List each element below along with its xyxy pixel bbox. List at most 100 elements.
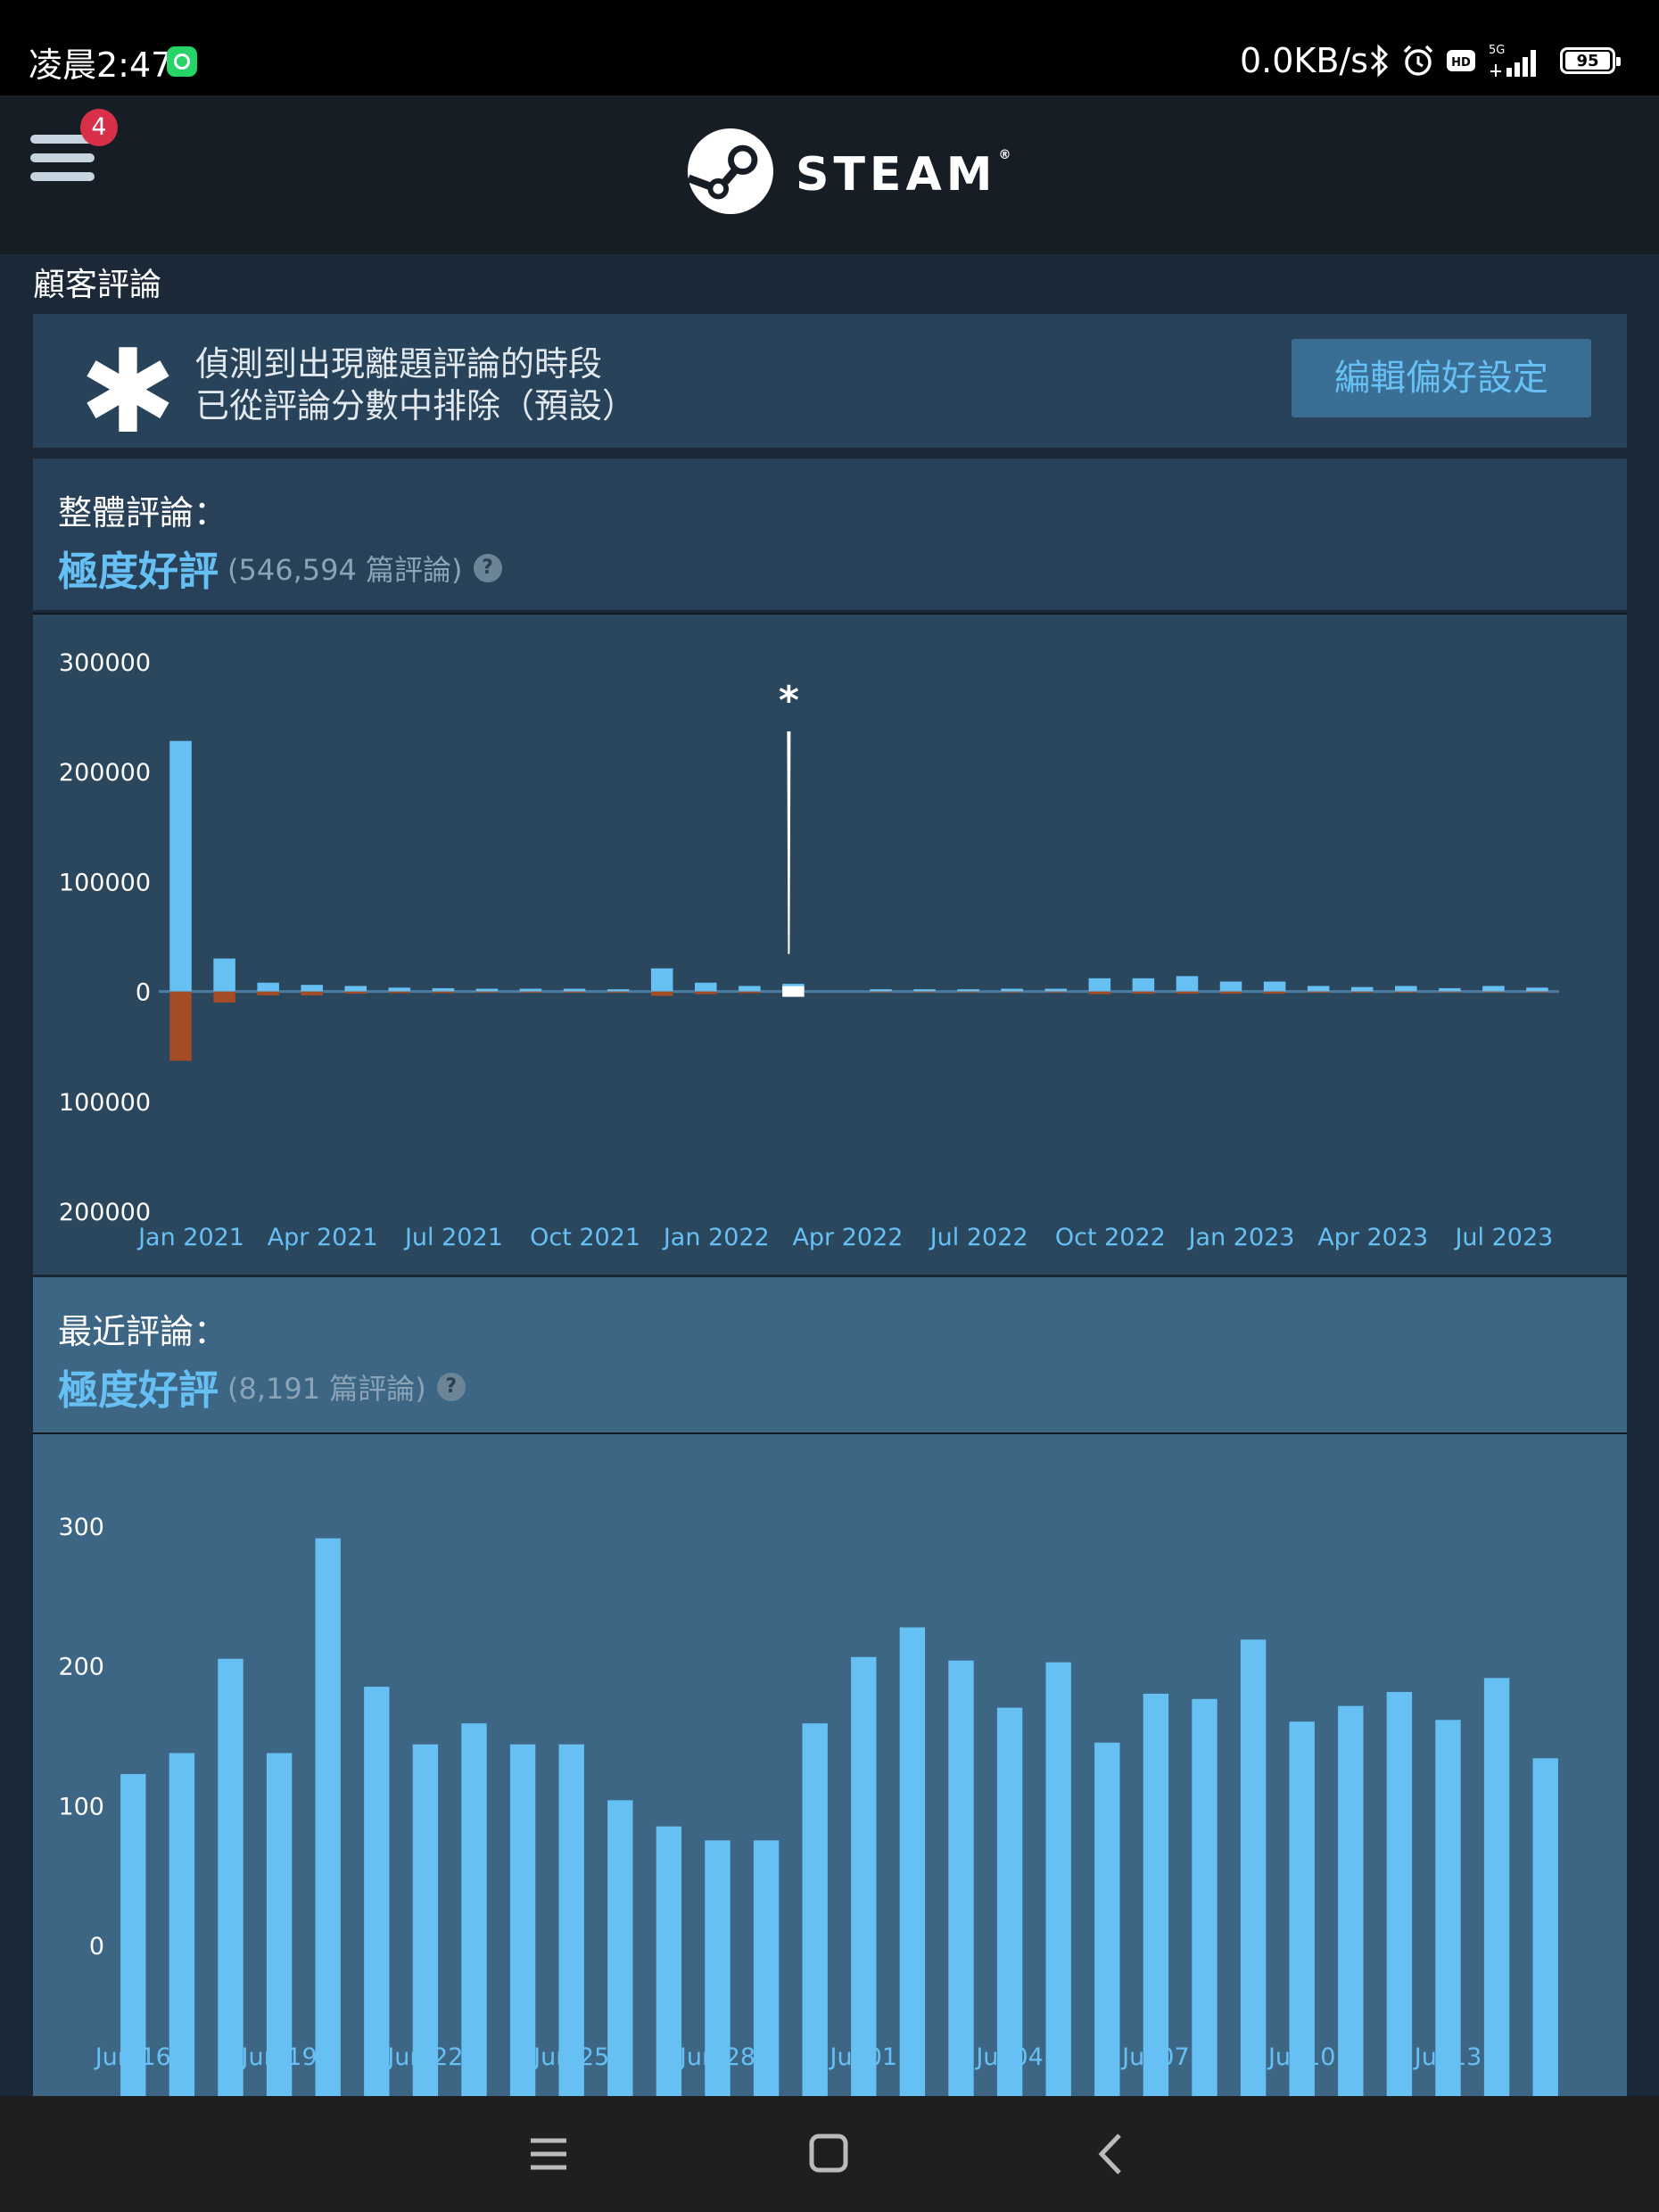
overall-rating[interactable]: 極度好評: [58, 539, 219, 597]
negative-bar: [913, 991, 936, 993]
positive-bar: [388, 987, 411, 992]
positive-bar: [656, 1826, 682, 2096]
y-tick-label: 200: [58, 1654, 104, 1681]
edit-preferences-button[interactable]: 編輯偏好設定: [1292, 339, 1591, 417]
positive-bar: [1088, 978, 1111, 992]
help-icon[interactable]: ?: [473, 553, 502, 582]
signal-icon: 5G: [1489, 44, 1536, 77]
hd-label: HD: [1451, 56, 1471, 70]
x-tick-label: Jun 25: [532, 2043, 609, 2071]
positive-bar: [1132, 978, 1155, 992]
recent-histogram: 300 200 100 0 Jun 16 Jun 19 Jun 22 Jun 25 Jun 28…: [33, 1434, 1627, 2096]
positive-bar: [1395, 986, 1417, 992]
overall-score: 極度好評 (546,594 篇評論) ?: [58, 539, 502, 597]
off-topic-notice: ✱ 偵測到出現離題評論的時段 已從評論分數中排除（預設） 編輯偏好設定: [33, 314, 1627, 450]
x-tick-label: Jul 01: [829, 2043, 898, 2071]
positive-bar: [1192, 1698, 1217, 2096]
negative-bar: [213, 991, 235, 1003]
x-tick-label: Jan 2022: [662, 1224, 770, 1251]
x-tick-label: Jul 10: [1267, 2043, 1336, 2071]
back-chevron-icon[interactable]: [1039, 2096, 1182, 2212]
recent-count: (8,191 篇評論): [227, 1371, 426, 1406]
negative-bar: [257, 991, 279, 995]
x-tick-label: Jun 16: [94, 2043, 171, 2071]
negative-bar: [519, 991, 542, 993]
positive-bar: [169, 740, 192, 992]
x-tick-label: Jun 28: [678, 2043, 755, 2071]
recent-chart-svg: 300 200 100 0 Jun 16 Jun 19 Jun 22 Jun 25 Jun 28…: [58, 1514, 1558, 2096]
negative-bar: [1044, 991, 1068, 993]
negative-bar: [432, 991, 455, 994]
positive-bar: [1435, 1720, 1461, 2096]
off-topic-annotation-symbol: *: [779, 678, 799, 723]
battery-icon: 95: [1560, 47, 1621, 74]
positive-bar: [802, 1723, 828, 2096]
bluetooth-icon: [1370, 44, 1389, 78]
positive-bar: [213, 958, 235, 992]
x-tick-label: Apr 2022: [792, 1224, 903, 1251]
positive-bar: [257, 982, 279, 992]
x-tick-label: Jun 19: [240, 2043, 318, 2071]
x-tick-label: Jul 13: [1413, 2043, 1482, 2071]
positive-bar: [650, 968, 673, 992]
negative-bar: [1526, 991, 1548, 993]
negative-bar: [388, 991, 411, 994]
positive-bar: [899, 1627, 926, 2096]
status-icons: HD 5G 95: [1369, 43, 1621, 78]
positive-bar: [1045, 1662, 1071, 2096]
positive-bar: [1532, 1758, 1558, 2096]
steam-wordmark-text: STEAM: [796, 148, 997, 202]
positive-bar: [344, 986, 367, 992]
positive-bar: [1482, 986, 1505, 992]
positive-bar: [1307, 986, 1330, 992]
negative-bar: [475, 991, 499, 993]
positive-bar: [1219, 981, 1242, 992]
positive-bar: [1001, 988, 1023, 992]
x-tick-label: Apr 2023: [1317, 1224, 1428, 1251]
negative-bar: [607, 991, 630, 993]
overall-chart-svg: 300000 200000 100000 0 100000 200000 * Jan 2021…: [59, 649, 1559, 1251]
recent-review-summary: 最近評論： 極度好評 (8,191 篇評論) ?: [33, 1277, 1627, 1432]
menu-lines-icon[interactable]: [477, 2096, 620, 2212]
positive-bar: [509, 1744, 536, 2096]
positive-bar: [1143, 1693, 1169, 2096]
negative-bar: [1482, 991, 1505, 993]
registered-mark: ®: [998, 148, 1011, 162]
positive-bar: [169, 1753, 195, 2096]
negative-bar: [1263, 991, 1286, 995]
positive-bar: [739, 986, 761, 992]
negative-bar: [344, 991, 367, 995]
steam-wordmark: STEAM ®: [796, 148, 1011, 202]
y-tick-label: 300000: [59, 649, 151, 677]
positive-bar: [1526, 987, 1548, 992]
steam-logo-icon[interactable]: [687, 128, 774, 215]
network-speed: 0.0KB/s: [1240, 41, 1369, 80]
negative-bar: [1001, 991, 1023, 993]
help-icon[interactable]: ?: [436, 1372, 466, 1401]
status-bar: 凌晨2:47 0.0KB/s HD 5G 95: [0, 0, 1659, 95]
positive-bar: [913, 989, 936, 992]
negative-bar: [1219, 991, 1242, 995]
negative-bar: [650, 991, 673, 996]
negative-bar: [1176, 991, 1199, 995]
positive-bar: [1439, 987, 1461, 992]
x-tick-label: Jan 2023: [1187, 1224, 1295, 1251]
positive-bar: [364, 1687, 390, 2096]
menu-line: [30, 172, 95, 181]
x-tick-label: Jul 2021: [403, 1224, 503, 1251]
home-square-icon[interactable]: [758, 2096, 901, 2212]
negative-bar: [1307, 991, 1330, 993]
positive-bar: [519, 988, 542, 992]
alarm-icon: [1403, 45, 1433, 76]
x-tick-label: Oct 2022: [1055, 1224, 1166, 1251]
recent-rating[interactable]: 極度好評: [58, 1358, 219, 1416]
y-tick-label: 0: [89, 1933, 104, 1960]
y-tick-label: 0: [136, 979, 151, 1007]
status-time: 凌晨2:47: [29, 45, 173, 85]
positive-bar: [1338, 1705, 1364, 2096]
positive-bar: [563, 988, 586, 992]
negative-bar: [739, 991, 761, 994]
positive-bar: [461, 1723, 487, 2096]
overall-count: (546,594 篇評論): [227, 552, 463, 587]
x-tick-label: Jul 04: [974, 2043, 1044, 2071]
